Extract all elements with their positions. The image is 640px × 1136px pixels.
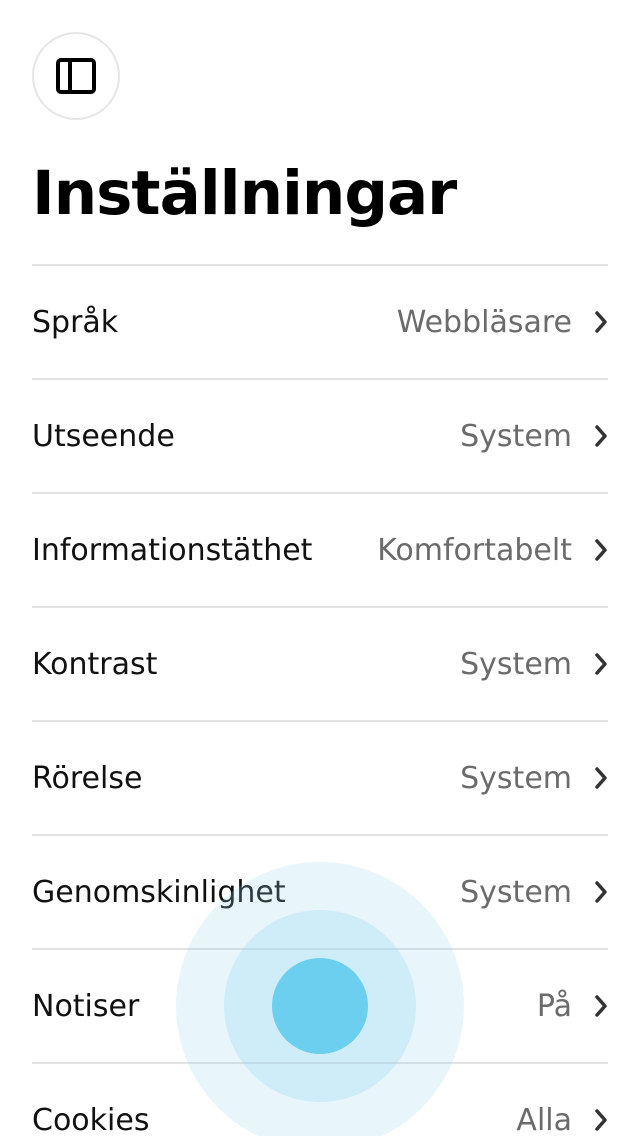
chevron-right-icon xyxy=(595,1109,607,1131)
settings-row-label: Notiser xyxy=(32,988,140,1024)
chevron-right-icon xyxy=(595,653,607,675)
settings-row-notiser[interactable]: Notiser På xyxy=(32,950,608,1064)
settings-row-label: Genomskinlighet xyxy=(32,874,286,910)
settings-row-value: Alla xyxy=(516,1102,572,1136)
settings-row-right: Komfortabelt xyxy=(377,533,608,568)
settings-row-value: På xyxy=(536,988,572,1024)
settings-row-value: System xyxy=(460,646,572,682)
settings-row-label: Informationstäthet xyxy=(32,532,313,568)
settings-row-genomskinlighet[interactable]: Genomskinlighet System xyxy=(32,836,608,950)
settings-row-right: På xyxy=(537,989,608,1024)
settings-list: Språk Webbläsare Utseende System Informa… xyxy=(32,264,608,1136)
settings-row-right: System xyxy=(460,647,608,682)
settings-row-value: Komfortabelt xyxy=(377,532,572,568)
settings-row-right: System xyxy=(460,875,608,910)
settings-row-value: System xyxy=(460,418,572,454)
settings-row-cookies[interactable]: Cookies Alla xyxy=(32,1064,608,1136)
settings-row-informationstathet[interactable]: Informationstäthet Komfortabelt xyxy=(32,494,608,608)
settings-row-rorelse[interactable]: Rörelse System xyxy=(32,722,608,836)
settings-row-right: System xyxy=(460,761,608,796)
settings-row-label: Språk xyxy=(32,304,119,340)
settings-row-right: System xyxy=(460,419,608,454)
settings-page: Inställningar Språk Webbläsare Utseende … xyxy=(0,0,640,1136)
settings-row-sprak[interactable]: Språk Webbläsare xyxy=(32,266,608,380)
chevron-right-icon xyxy=(595,767,607,789)
chevron-right-icon xyxy=(595,425,607,447)
settings-row-value: Webbläsare xyxy=(396,304,572,340)
settings-row-label: Rörelse xyxy=(32,760,143,796)
chevron-right-icon xyxy=(595,539,607,561)
settings-row-label: Utseende xyxy=(32,418,175,454)
sidebar-toggle-button[interactable] xyxy=(32,32,120,120)
page-title: Inställningar xyxy=(32,158,457,229)
sidebar-panel-icon xyxy=(56,58,96,94)
settings-row-value: System xyxy=(460,874,572,910)
chevron-right-icon xyxy=(595,995,607,1017)
chevron-right-icon xyxy=(595,881,607,903)
chevron-right-icon xyxy=(595,311,607,333)
settings-row-right: Alla xyxy=(516,1103,608,1136)
settings-row-utseende[interactable]: Utseende System xyxy=(32,380,608,494)
settings-row-kontrast[interactable]: Kontrast System xyxy=(32,608,608,722)
settings-row-value: System xyxy=(460,760,572,796)
settings-row-label: Kontrast xyxy=(32,646,158,682)
settings-row-label: Cookies xyxy=(32,1102,150,1136)
settings-row-right: Webbläsare xyxy=(397,305,608,340)
